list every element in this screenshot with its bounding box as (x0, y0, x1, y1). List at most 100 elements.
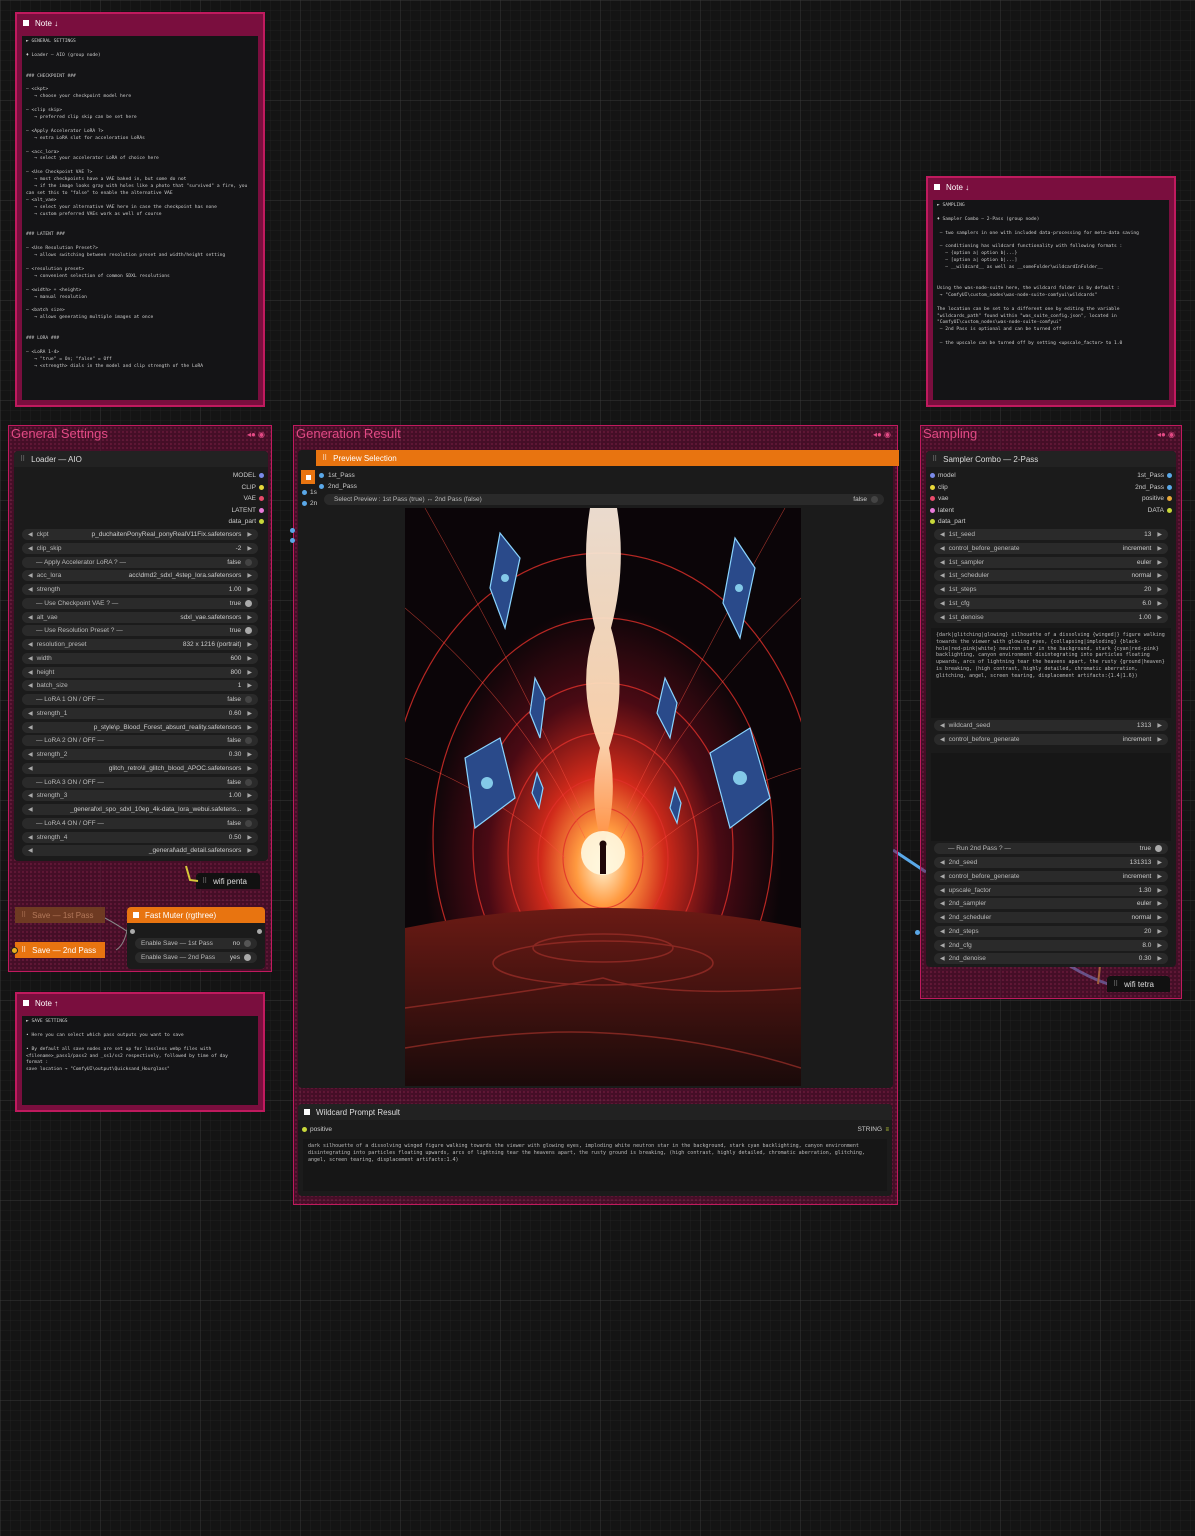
widget-row[interactable]: ◀ control_before_generate increment ▶ (934, 733, 1168, 745)
widget-row[interactable]: ◀ wildcard_seed 1313 ▶ (934, 720, 1168, 731)
arrow-left-icon[interactable]: ◀ (28, 724, 33, 731)
widget-row[interactable]: ◀ strength_4 0.50 ▶ (22, 831, 258, 843)
widget-row[interactable]: — LoRA 1 ON / OFF — false (22, 694, 258, 705)
widget-row[interactable]: ◀ glitch_retro\il_glitch_blood_APOC.safet… (22, 762, 258, 774)
arrow-left-icon[interactable]: ◀ (940, 586, 945, 593)
arrow-left-icon[interactable]: ◀ (28, 806, 33, 813)
widget-row[interactable]: ◀ clip_skip -2 ▶ (22, 542, 258, 554)
output-socket[interactable]: ≡ (885, 1127, 889, 1133)
widget-row[interactable]: ◀ p_style\p_Blood_Forest_absurd_reality.s… (22, 721, 258, 733)
group-controls-icon[interactable]: ◂● ◉ (1157, 430, 1175, 439)
save-1st-pass-node[interactable]: ⠿ Save — 1st Pass (15, 907, 105, 923)
input-socket[interactable] (319, 473, 324, 478)
widget-row[interactable]: ◀ acc_lora acc\dmd2_sdxl_4step_lora.safete… (22, 570, 258, 582)
arrow-left-icon[interactable]: ◀ (28, 572, 33, 579)
arrow-right-icon[interactable]: ▶ (247, 724, 252, 731)
sampler-combo-node[interactable]: ⠿ Sampler Combo — 2-Pass model clip vae late… (926, 451, 1176, 967)
output-socket[interactable] (1167, 484, 1172, 490)
arrow-right-icon[interactable]: ▶ (247, 641, 252, 648)
preview-selection-node[interactable]: ⠿ Preview Selection 1st_Pass 2nd_Pass 1s … (298, 450, 899, 1088)
widget-row[interactable]: ◀ batch_size 1 ▶ (22, 680, 258, 692)
arrow-right-icon[interactable]: ▶ (1157, 531, 1162, 538)
input-socket[interactable] (302, 501, 307, 506)
arrow-right-icon[interactable]: ▶ (1157, 614, 1162, 621)
arrow-left-icon[interactable]: ◀ (940, 914, 945, 921)
group-controls-icon[interactable]: ◂● ◉ (247, 430, 265, 439)
note-text[interactable]: ► GENERAL SETTINGS ♦ Loader — AIO (group… (22, 36, 258, 400)
arrow-left-icon[interactable]: ◀ (940, 722, 945, 729)
arrow-left-icon[interactable]: ◀ (940, 531, 945, 538)
select-preview-toggle[interactable]: Select Preview : 1st Pass (true) ↔ 2nd P… (324, 494, 884, 505)
widget-row[interactable]: ◀ 1st_steps 20 ▶ (934, 584, 1168, 595)
widget-row[interactable]: ◀ 1st_denoise 1.00 ▶ (934, 611, 1168, 623)
save-2nd-pass-node[interactable]: ⠿ Save — 2nd Pass (15, 942, 105, 958)
arrow-right-icon[interactable]: ▶ (247, 586, 252, 593)
widget-row[interactable]: ◀ upscale_factor 1.30 ▶ (934, 884, 1168, 896)
arrow-right-icon[interactable]: ▶ (247, 792, 252, 799)
arrow-left-icon[interactable]: ◀ (28, 614, 33, 621)
arrow-left-icon[interactable]: ◀ (28, 792, 33, 799)
output-socket[interactable] (259, 484, 264, 490)
arrow-right-icon[interactable]: ▶ (247, 751, 252, 758)
output-socket[interactable] (259, 473, 264, 478)
input-socket[interactable] (11, 947, 18, 954)
note-text[interactable]: ► SAMPLING ♦ Sampler Combo — 2-Pass (gro… (933, 200, 1169, 400)
widget-row[interactable]: — Apply Accelerator LoRA ? — false (22, 556, 258, 568)
arrow-left-icon[interactable]: ◀ (940, 559, 945, 566)
arrow-right-icon[interactable]: ▶ (1157, 873, 1162, 880)
arrow-right-icon[interactable]: ▶ (247, 682, 252, 689)
input-socket[interactable] (302, 1127, 307, 1132)
output-socket[interactable] (259, 507, 264, 513)
input-socket[interactable] (930, 507, 935, 513)
arrow-right-icon[interactable]: ▶ (247, 614, 252, 621)
widget-row[interactable]: — Use Checkpoint VAE ? — true (22, 597, 258, 609)
widget-row[interactable]: ◀ 2nd_cfg 8.0 ▶ (934, 939, 1168, 951)
widget-row[interactable]: ◀ 1st_seed 13 ▶ (934, 529, 1168, 540)
group-controls-icon[interactable]: ◂● ◉ (873, 430, 891, 439)
arrow-left-icon[interactable]: ◀ (28, 751, 33, 758)
widget-row[interactable]: ◀ height 800 ▶ (22, 666, 258, 678)
arrow-right-icon[interactable]: ▶ (247, 806, 252, 813)
arrow-right-icon[interactable]: ▶ (1157, 859, 1162, 866)
arrow-right-icon[interactable]: ▶ (1157, 928, 1162, 935)
arrow-right-icon[interactable]: ▶ (1157, 942, 1162, 949)
input-socket[interactable] (930, 519, 935, 524)
arrow-left-icon[interactable]: ◀ (940, 928, 945, 935)
wifi-tetra-node[interactable]: ⠿ wifi tetra (1107, 976, 1170, 992)
arrow-right-icon[interactable]: ▶ (247, 834, 252, 841)
widget-row[interactable]: ◀ control_before_generate increment ▶ (934, 870, 1168, 882)
output-socket[interactable] (257, 929, 262, 934)
arrow-right-icon[interactable]: ▶ (247, 545, 252, 552)
negative-prompt-text[interactable] (931, 753, 1171, 841)
arrow-left-icon[interactable]: ◀ (940, 614, 945, 621)
arrow-right-icon[interactable]: ▶ (1157, 736, 1162, 743)
widget-row[interactable]: ◀ strength_2 0.30 ▶ (22, 749, 258, 760)
arrow-left-icon[interactable]: ◀ (28, 641, 33, 648)
arrow-left-icon[interactable]: ◀ (28, 682, 33, 689)
widget-row[interactable]: ◀ strength_3 1.00 ▶ (22, 790, 258, 802)
widget-row[interactable]: ◀ 2nd_scheduler normal ▶ (934, 912, 1168, 923)
output-socket[interactable] (259, 519, 264, 524)
widget-row[interactable]: ◀ 1st_cfg 6.0 ▶ (934, 597, 1168, 609)
fast-muter-node[interactable]: Fast Muter (rgthree) Enable Save — 1st P… (127, 907, 265, 969)
widget-row[interactable]: ◀ 1st_scheduler normal ▶ (934, 570, 1168, 582)
input-socket[interactable] (319, 484, 324, 489)
arrow-left-icon[interactable]: ◀ (940, 873, 945, 880)
arrow-right-icon[interactable]: ▶ (247, 655, 252, 662)
arrow-left-icon[interactable]: ◀ (940, 600, 945, 607)
output-socket[interactable] (1167, 496, 1172, 501)
widget-row[interactable]: ◀ resolution_preset 832 x 1216 (portrait) ▶ (22, 639, 258, 650)
arrow-left-icon[interactable]: ◀ (28, 545, 33, 552)
output-socket[interactable] (259, 496, 264, 501)
input-socket[interactable] (130, 929, 135, 934)
arrow-left-icon[interactable]: ◀ (28, 655, 33, 662)
widget-row[interactable]: — LoRA 4 ON / OFF — false (22, 817, 258, 829)
collapse-toggle-icon[interactable] (301, 470, 315, 484)
input-socket[interactable] (930, 496, 935, 501)
arrow-right-icon[interactable]: ▶ (1157, 545, 1162, 552)
input-socket[interactable] (930, 473, 935, 478)
input-socket[interactable] (290, 528, 295, 533)
widget-row[interactable]: ◀ 1st_sampler euler ▶ (934, 556, 1168, 568)
widget-row[interactable]: ◀ strength_1 0.60 ▶ (22, 707, 258, 719)
arrow-left-icon[interactable]: ◀ (940, 545, 945, 552)
